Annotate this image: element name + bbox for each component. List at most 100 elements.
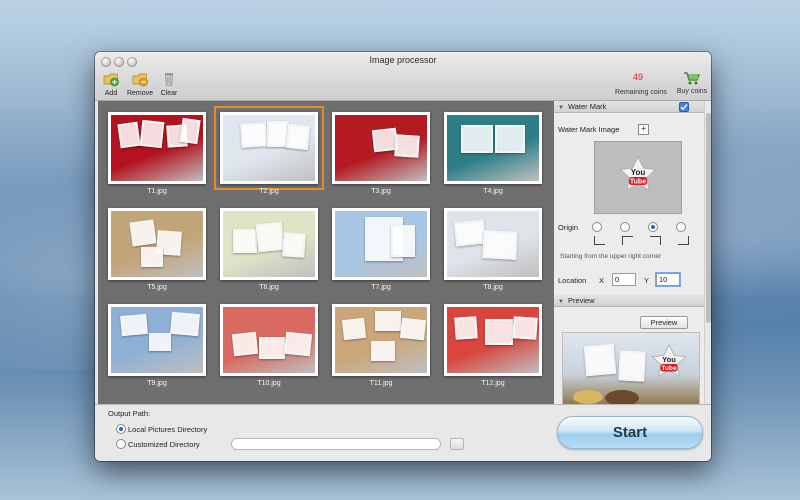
trash-icon [165,73,173,86]
preview-image: You Tube [563,333,699,408]
custom-directory-label[interactable]: Customized Directory [128,440,200,449]
image-thumbnail[interactable] [332,304,430,376]
watermark-section-label: Water Mark [567,102,607,111]
photo-frame [461,125,493,153]
photo-frame [282,232,306,258]
photo-frame [453,219,487,247]
thumbnail-art [447,211,539,277]
start-button[interactable]: Start [557,416,703,449]
photo-frame [495,125,525,153]
image-thumbnail[interactable] [214,106,324,190]
preview-photo-frame [583,343,617,377]
photo-frame [170,311,200,337]
origin-hint: Starting from the upper right corner [560,253,662,260]
add-button[interactable]: Add [96,70,126,97]
photo-frame [120,313,148,337]
image-thumbnail[interactable] [220,208,318,280]
photo-frame [259,337,285,359]
origin-radio-1[interactable] [592,222,602,232]
photo-frame [179,117,201,145]
remaining-coins-count: 49 [633,72,644,82]
watermark-image-label: Water Mark Image [558,125,620,134]
photo-frame [394,134,420,158]
remove-button[interactable]: Remove [125,70,155,97]
scrollbar-knob[interactable] [706,113,711,323]
preview-section-header[interactable]: ▼ Preview [554,295,704,307]
location-y-input[interactable]: 10 [656,273,680,286]
origin-top-left-icon [622,236,633,245]
image-thumbnail[interactable] [444,208,542,280]
thumbnail-caption: T7.jpg [371,284,391,291]
photo-frame [139,119,165,149]
thumbnail-art [111,115,203,181]
thumbnail-caption: T11.jpg [369,380,393,387]
location-y-label: Y [644,276,650,285]
watermark-checkbox[interactable] [679,102,689,112]
clear-button[interactable]: Clear [154,70,184,97]
photo-frame [342,317,366,341]
buy-coins-label: Buy coins [676,88,708,95]
thumbnail-caption: T4.jpg [483,188,503,195]
photo-frame [391,225,415,257]
thumbnail-art [111,211,203,277]
image-thumbnail[interactable] [108,304,206,376]
origin-radio-4[interactable] [676,222,686,232]
origin-top-right-icon [650,236,661,245]
image-thumbnail[interactable] [332,208,430,280]
local-directory-label[interactable]: Local Pictures Directory [128,425,207,434]
image-thumbnail[interactable] [108,112,206,184]
clear-label: Clear [160,90,178,97]
svg-text:Tube: Tube [630,179,646,186]
location-x-input[interactable]: 0 [612,273,636,286]
add-watermark-image-button[interactable]: + [638,124,649,135]
image-thumbnail[interactable] [444,112,542,184]
thumbnail-caption: T12.jpg [481,380,505,387]
output-bar: Output Path: Local Pictures Directory Cu… [95,404,711,461]
watermark-image-well[interactable]: You Tube [594,141,682,214]
thumbnail-art [223,211,315,277]
photo-frame [231,331,259,357]
add-folder-icon [103,73,119,87]
thumbnail-caption: T6.jpg [259,284,279,291]
browse-folder-button[interactable] [450,438,464,450]
local-directory-radio[interactable] [116,424,126,434]
title-bar: Image processor Add Remove Clear 49 Rema… [95,52,711,101]
photo-frame [149,333,171,351]
thumbnail-art [223,115,315,181]
photo-frame [129,219,157,247]
remaining-coins-label: Remaining coins [615,89,667,96]
photo-frame [454,316,478,340]
image-thumbnail[interactable] [108,208,206,280]
thumbnail-art [447,115,539,181]
photo-frame [141,247,163,267]
add-label: Add [104,90,118,97]
svg-text:You: You [662,355,676,364]
preview-button[interactable]: Preview [640,316,688,329]
preview-photo-frame [618,350,646,382]
image-thumbnail[interactable] [220,304,318,376]
expand-triangle-icon: ▼ [558,299,564,305]
thumbnail-caption: T1.jpg [147,188,167,195]
photo-frame [283,331,313,357]
origin-bottom-left-icon [594,236,605,245]
custom-directory-radio[interactable] [116,439,126,449]
buy-coins-button[interactable]: Buy coins [675,70,709,95]
preview-section-label: Preview [567,296,595,305]
output-path-input[interactable] [231,438,441,450]
settings-vertical-scrollbar[interactable] [704,101,711,404]
thumbnail-art [223,307,315,373]
origin-radio-3[interactable] [648,222,658,232]
thumbnail-caption: T9.jpg [147,380,167,387]
photo-frame [375,311,401,331]
remove-label: Remove [126,90,154,97]
image-thumbnail[interactable] [444,304,542,376]
origin-radio-2[interactable] [620,222,630,232]
image-thumbnail[interactable] [332,112,430,184]
thumbnail-caption: T2.jpg [259,188,279,195]
image-gallery[interactable]: T1.jpg T2.jpg T3.jpg T4.jpg T5.jpg T6.jpg T7.j… [98,101,555,404]
photo-frame [482,230,518,260]
photo-frame [512,316,538,340]
location-x-label: X [599,276,605,285]
output-path-label: Output Path: [108,409,151,418]
photo-frame [117,121,141,149]
